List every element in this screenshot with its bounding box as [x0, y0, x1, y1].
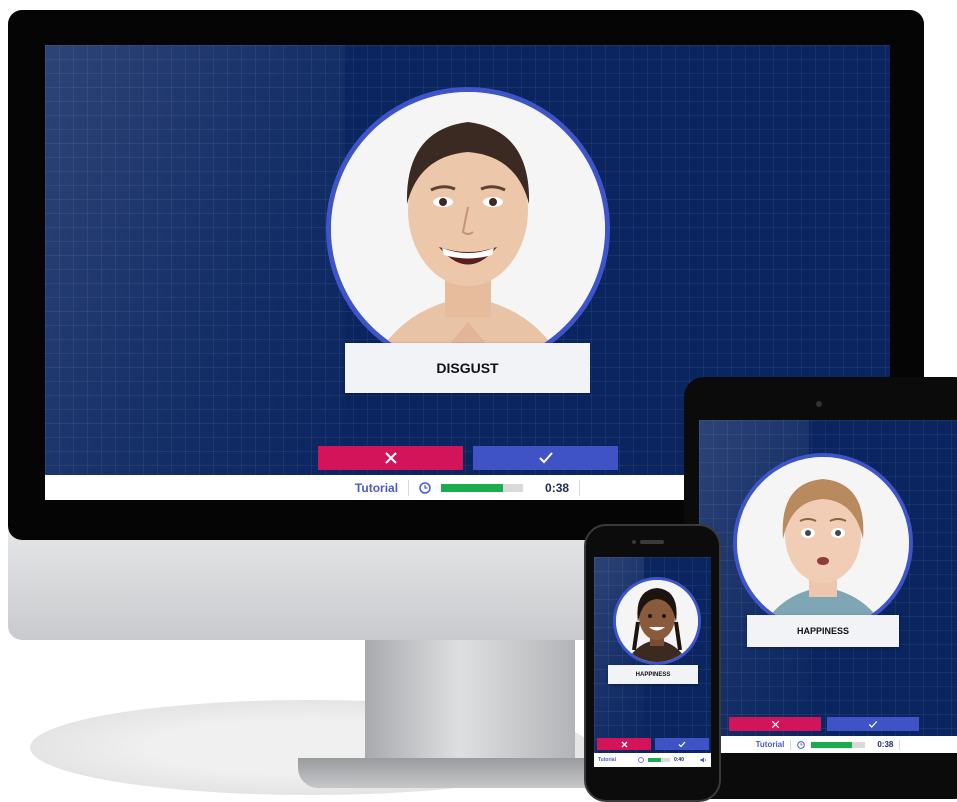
close-icon: [621, 741, 627, 747]
reject-button[interactable]: [318, 446, 463, 470]
timer-progress: [647, 758, 670, 762]
speaker-icon[interactable]: [700, 757, 707, 763]
timer-progress-fill: [811, 741, 852, 748]
face-photo: [733, 453, 913, 633]
emotion-label: DISGUST: [345, 343, 590, 393]
accept-button[interactable]: [473, 446, 618, 470]
timer-progress-fill: [441, 483, 503, 492]
accept-button[interactable]: [655, 738, 709, 750]
timer-value: 0:38: [877, 740, 894, 749]
tablet-camera: [816, 401, 822, 407]
phone-speaker: [640, 540, 664, 544]
reject-button[interactable]: [729, 717, 821, 731]
tutorial-link[interactable]: Tutorial: [756, 740, 785, 749]
status-bar: Tutorial 0:38: [699, 736, 957, 753]
tablet-screen: HAPPINESS Tutorial 0:38: [699, 420, 957, 753]
close-icon: [771, 720, 779, 728]
clock-icon: [797, 740, 806, 749]
divider: [579, 479, 581, 496]
timer-progress: [811, 741, 866, 748]
timer-value: 0:38: [545, 480, 570, 495]
monitor-stand-base: [298, 758, 618, 788]
monitor-stand-neck: [365, 640, 575, 760]
tutorial-link[interactable]: Tutorial: [598, 757, 616, 763]
face-photo: [326, 87, 610, 371]
phone-screen: HAPPINESS Tutorial 0:40: [594, 557, 711, 767]
timer-progress-fill: [647, 758, 662, 762]
accept-button[interactable]: [827, 717, 919, 731]
device-mockup-scene: DISGUST Tutorial 0:38 HAPPINESS Tutorial…: [0, 0, 957, 802]
reject-button[interactable]: [597, 738, 651, 750]
checkmark-icon: [868, 720, 878, 728]
emotion-label: HAPPINESS: [747, 615, 899, 647]
tutorial-link[interactable]: Tutorial: [355, 481, 398, 495]
face-illustration: [616, 580, 698, 662]
timer-progress: [441, 483, 524, 492]
divider: [899, 739, 901, 750]
face-photo: [613, 577, 701, 665]
checkmark-icon: [678, 741, 686, 747]
divider: [790, 739, 792, 750]
checkmark-icon: [538, 452, 553, 464]
face-illustration: [737, 457, 909, 629]
emotion-label: HAPPINESS: [608, 665, 698, 684]
divider: [408, 479, 410, 496]
screen-glare: [45, 45, 345, 500]
face-illustration: [331, 92, 605, 366]
clock-icon: [419, 481, 431, 494]
status-bar: Tutorial 0:40: [594, 753, 711, 767]
timer-value: 0:40: [673, 757, 684, 763]
close-icon: [384, 452, 397, 464]
clock-icon: [638, 757, 644, 763]
phone-camera: [632, 540, 636, 544]
